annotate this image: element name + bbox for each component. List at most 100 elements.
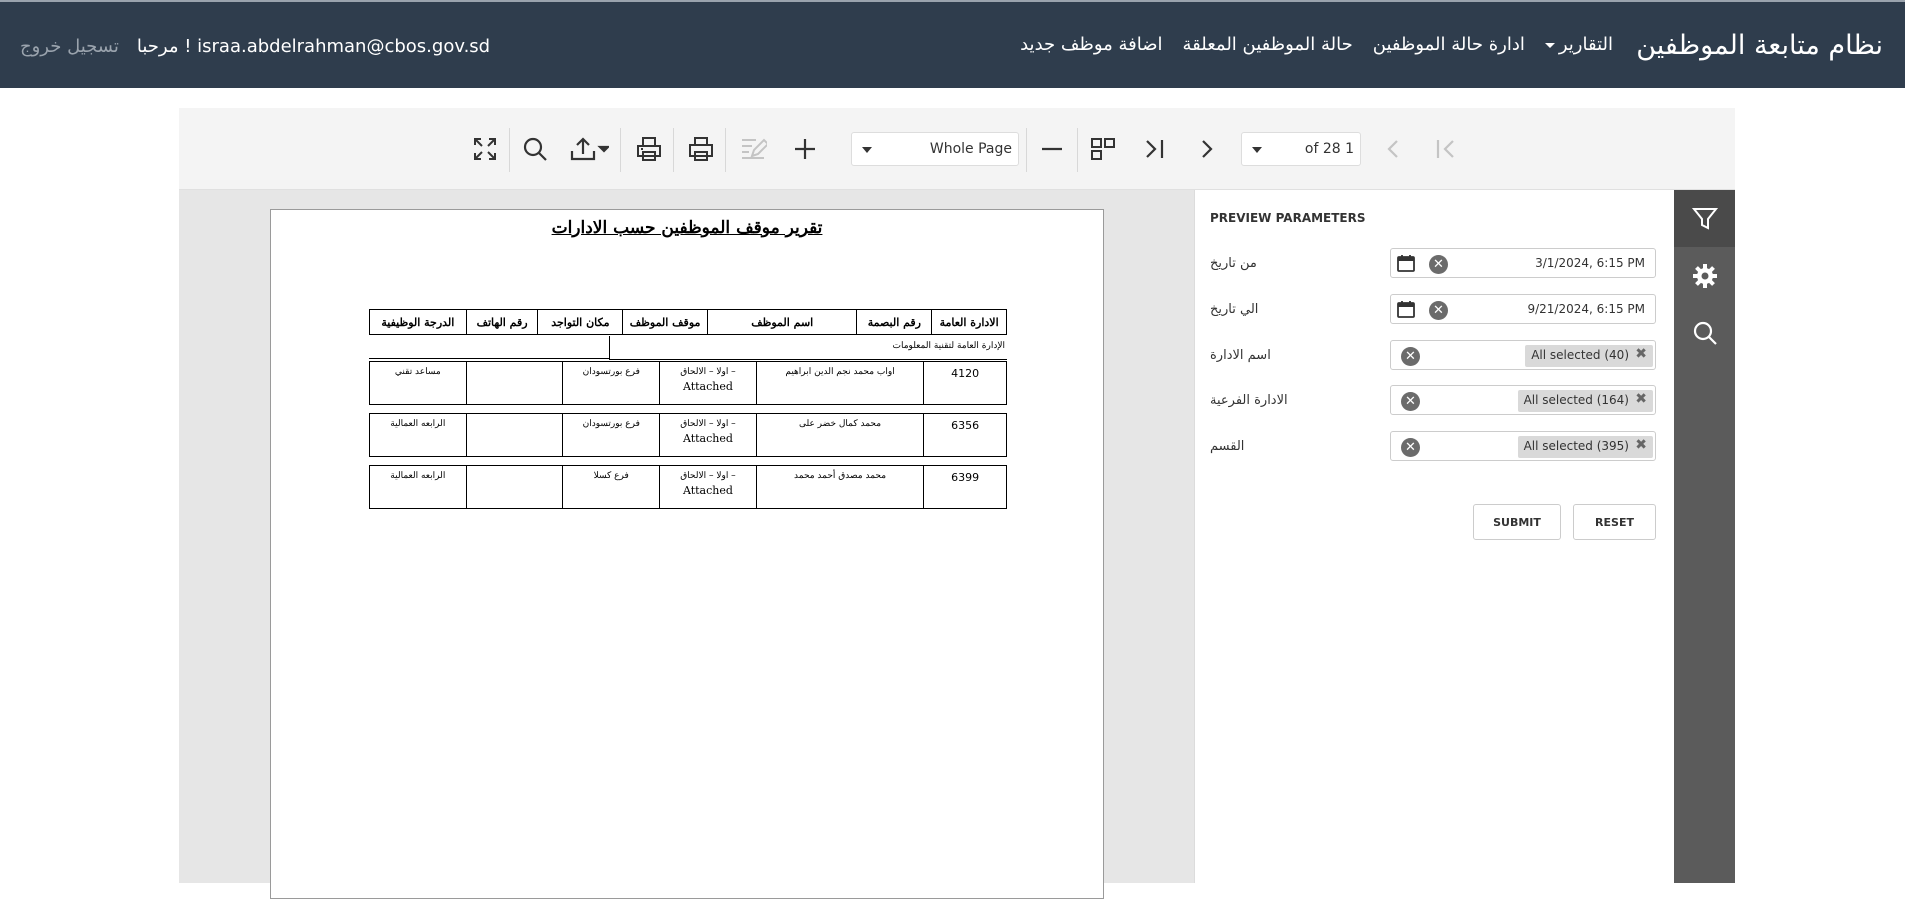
parameters-title: PREVIEW PARAMETERS [1210,211,1366,225]
viewer-toolbar: Whole Page of 28 1 [179,108,1735,190]
user-area: تسجيل خروج مرحبا ! israa.abdelrahman@cbo… [20,36,490,57]
toolbar-separator [725,128,726,172]
cell-location: فرع كسلا [562,466,659,508]
toolbar-separator [620,128,621,172]
previous-page-icon[interactable] [1375,131,1411,167]
cell-name: محمد كمال خضر على [755,414,923,456]
cell-phone [465,414,563,456]
to-date-value: 9/21/2024, 6:15 PM [1527,302,1645,316]
to-date-label: الي تاريخ [1210,302,1259,317]
settings-tab[interactable] [1674,247,1735,304]
fullscreen-icon[interactable] [467,131,503,167]
col-header: اسم الموظف [706,310,857,334]
app-brand[interactable]: نظام متابعة الموظفين [1636,30,1883,61]
group-header: الإدارة العامة لتقنية المعلومات [369,336,1007,360]
zoom-value: Whole Page [929,141,1012,157]
cell-location: فرع بورتسودان [562,362,659,404]
nav-reports-dropdown[interactable]: التقارير [1544,34,1613,55]
department-label: اسم الادارة [1210,348,1271,363]
group-divider [369,358,609,359]
print-page-icon[interactable] [631,131,667,167]
edit-icon[interactable] [735,131,771,167]
remove-icon[interactable]: ✖ [1635,346,1647,362]
department-select[interactable]: ✕ All selected (40) ✖ [1390,340,1656,370]
col-header: رقم الهاتف [465,310,538,334]
zoom-in-icon[interactable] [787,131,823,167]
submit-button[interactable]: SUBMIT [1473,504,1561,540]
selected-tag: All selected (164) ✖ [1517,390,1653,412]
nav-add-employee[interactable]: اضافة موظف جديد [1020,34,1162,55]
calendar-icon[interactable] [1397,254,1415,272]
nav-pending-status[interactable]: حالة الموظفين المعلقة [1183,34,1353,55]
top-navbar: نظام متابعة الموظفين اضافة موظف جديد حال… [0,0,1905,88]
nav-manage-status[interactable]: ادارة حالة الموظفين [1373,34,1525,55]
logout-link[interactable]: تسجيل خروج [20,36,119,57]
status-ar: – اولا – الالحاق [680,471,736,481]
parameters-panel: PREVIEW PARAMETERS من تاريخ ✕ 3/1/2024, … [1194,190,1674,883]
to-date-field[interactable]: ✕ 9/21/2024, 6:15 PM [1390,294,1656,324]
cell-grade: مساعد تقني [394,367,441,377]
nav-links: اضافة موظف جديد حالة الموظفين المعلقة اد… [1020,34,1613,55]
first-page-icon[interactable] [1427,131,1463,167]
clear-icon[interactable]: ✕ [1429,255,1448,274]
toolbar-separator [509,128,510,172]
filter-icon [1691,207,1718,230]
col-header: الدرجة الوظيفية [381,315,455,329]
chevron-down-icon [862,147,872,153]
cell-id: 6399 [923,466,1006,508]
page-select[interactable]: of 28 1 [1241,132,1361,166]
remove-icon[interactable]: ✖ [1635,391,1647,407]
cell-phone [465,466,563,508]
calendar-icon[interactable] [1397,300,1415,318]
last-page-icon[interactable] [1137,131,1173,167]
status-en: Attached [682,432,733,445]
table-row: 6356 محمد كمال خضر على – اولا – الالحاق A… [369,413,1007,457]
remove-icon[interactable]: ✖ [1635,437,1647,453]
clear-icon[interactable]: ✕ [1401,392,1420,411]
filter-tab[interactable] [1674,190,1735,247]
cell-name: محمد مصدق أحمد محمد [755,466,923,508]
subdepartment-label: الادارة الفرعية [1210,393,1288,408]
nav-reports-label: التقارير [1558,34,1613,55]
toolbar-separator [1077,128,1078,172]
toolbar-separator [673,128,674,172]
col-header: رقم البصمة [856,310,931,334]
clear-icon[interactable]: ✕ [1401,347,1420,366]
col-header: موقف الموظف [622,310,707,334]
search-tab[interactable] [1674,304,1735,361]
search-icon[interactable] [517,131,553,167]
reset-button[interactable]: RESET [1573,504,1656,540]
settings-icon [1692,263,1717,288]
from-date-label: من تاريخ [1210,256,1257,271]
next-page-icon[interactable] [1189,131,1225,167]
section-select[interactable]: ✕ All selected (395) ✖ [1390,431,1656,461]
zoom-select[interactable]: Whole Page [851,132,1019,166]
page-value: of 28 1 [1304,141,1354,157]
department-value: All selected (40) [1531,348,1629,362]
print-icon[interactable] [683,131,719,167]
status-ar: – اولا – الالحاق [680,367,736,377]
subdepartment-value: All selected (164) [1523,393,1629,407]
table-row: 4120 اواب محمد نجم الدين ابراهيم – اولا … [369,361,1007,405]
cell-id: 4120 [923,362,1006,404]
zoom-out-icon[interactable] [1034,131,1070,167]
status-en: Attached [682,484,733,497]
cell-grade: الرابعه العمالية [390,471,446,481]
report-header-row: الادارة العامة رقم البصمة اسم الموظف موق… [369,309,1007,335]
multipage-icon[interactable] [1085,131,1121,167]
table-row: 6399 محمد مصدق أحمد محمد – اولا – الالحا… [369,465,1007,509]
report-viewer: Whole Page of 28 1 تقرير موقف الموظفين ح… [179,108,1735,899]
chevron-down-icon [1544,42,1555,48]
clear-icon[interactable]: ✕ [1401,438,1420,457]
chevron-down-icon [1252,147,1262,153]
from-date-field[interactable]: ✕ 3/1/2024, 6:15 PM [1390,248,1656,278]
export-icon[interactable] [564,131,614,167]
document-area[interactable]: تقرير موقف الموظفين حسب الادارات الادارة… [179,190,1194,899]
cell-location: فرع بورتسودان [562,414,659,456]
section-value: All selected (395) [1523,439,1629,453]
report-title: تقرير موقف الموظفين حسب الادارات [551,218,823,238]
subdepartment-select[interactable]: ✕ All selected (164) ✖ [1390,385,1656,415]
clear-icon[interactable]: ✕ [1429,301,1448,320]
toolbar-separator [1026,128,1027,172]
section-label: القسم [1210,439,1245,454]
